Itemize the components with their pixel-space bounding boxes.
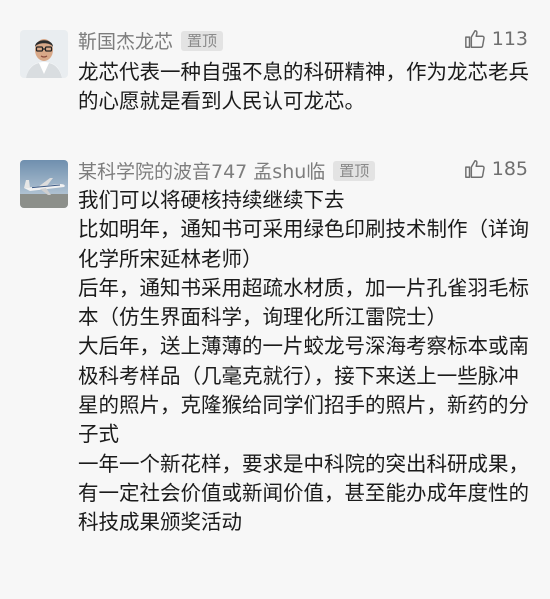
thumbs-up-icon bbox=[464, 160, 485, 178]
pinned-badge: 置顶 bbox=[181, 31, 224, 51]
comment-text: 我们可以将硬核持续继续下去 比如明年，通知书可采用绿色印刷技术制作（详询化学所宋… bbox=[78, 186, 530, 538]
thumbs-up-icon bbox=[464, 30, 485, 48]
pinned-badge: 置顶 bbox=[333, 161, 376, 181]
comment-text: 龙芯代表一种自强不息的科研精神，作为龙芯老兵的心愿就是看到人民认可龙芯。 bbox=[78, 58, 530, 117]
comment-paragraph: 后年，通知书采用超疏水材质，加一片孔雀羽毛标本（仿生界面科学，询理化所江雷院士） bbox=[78, 275, 529, 330]
person-portrait-avatar-icon bbox=[20, 30, 68, 78]
avatar[interactable] bbox=[20, 160, 68, 208]
comment-item: 靳国杰龙芯 置顶 113 龙芯代表一种自强不息的科研精神，作为龙芯老兵的心愿就是看… bbox=[0, 20, 550, 130]
author-name[interactable]: 靳国杰龙芯 置顶 bbox=[78, 30, 224, 54]
like-count: 113 bbox=[491, 28, 528, 50]
comment-paragraph: 一年一个新花样，要求是中科院的突出科研成果，有一定社会价值或新闻价值，甚至能办成… bbox=[78, 451, 529, 535]
like-button[interactable]: 185 bbox=[464, 158, 528, 180]
airplane-avatar-icon bbox=[20, 160, 68, 208]
author-name-text[interactable]: 靳国杰龙芯 bbox=[78, 31, 173, 53]
avatar[interactable] bbox=[20, 30, 68, 78]
comment-paragraph: 龙芯代表一种自强不息的科研精神，作为龙芯老兵的心愿就是看到人民认可龙芯。 bbox=[78, 60, 529, 114]
like-count: 185 bbox=[491, 158, 528, 180]
comment-item: 某科学院的波音747 孟shu临 置顶 185 我们可以将硬核持续继续下去 比如明… bbox=[0, 150, 550, 590]
comment-paragraph: 大后年，送上薄薄的一片蛟龙号深海考察标本或南极科考样品（几毫克就行），接下来送上… bbox=[78, 334, 529, 447]
comment-paragraph: 我们可以将硬核持续继续下去 bbox=[78, 188, 345, 212]
author-name-text[interactable]: 某科学院的波音747 孟shu临 bbox=[78, 161, 325, 183]
comment-paragraph: 比如明年，通知书可采用绿色印刷技术制作（详询化学所宋延林老师） bbox=[78, 217, 529, 271]
author-name[interactable]: 某科学院的波音747 孟shu临 置顶 bbox=[78, 160, 376, 184]
like-button[interactable]: 113 bbox=[464, 28, 528, 50]
